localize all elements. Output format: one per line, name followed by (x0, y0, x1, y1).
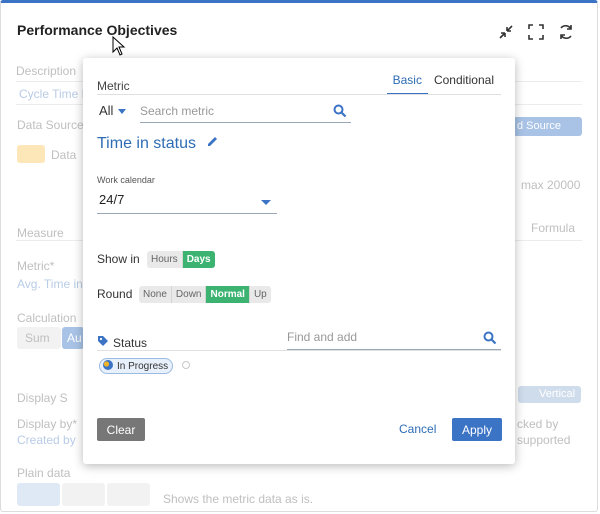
status-chip-text: In Progress (117, 360, 169, 372)
add-source-label: d Source (517, 120, 562, 132)
cked-by-text: cked by (517, 417, 559, 431)
search-placeholder: Search metric (140, 104, 215, 118)
round-toggle: None Down Normal Up (139, 286, 271, 303)
max-text: max 20000 (521, 178, 581, 192)
data-label: Data (51, 148, 77, 162)
tag-icon (97, 335, 109, 350)
description-label: Description (16, 64, 77, 78)
round-normal[interactable]: Normal (206, 286, 250, 303)
chart-type-option[interactable] (107, 483, 150, 506)
tabs-divider (97, 94, 501, 95)
filter-select[interactable]: All (99, 103, 127, 118)
tab-conditional[interactable]: Conditional (428, 73, 500, 95)
chevron-down-icon (261, 200, 271, 205)
status-chip[interactable]: In Progress (99, 358, 174, 374)
header-toolbar (497, 23, 575, 41)
display-by-label: Display by* (17, 417, 78, 431)
chevron-down-icon (118, 109, 127, 115)
metric-value-bg[interactable]: Avg. Time in (17, 277, 83, 291)
round-down[interactable]: Down (172, 286, 207, 303)
clear-button[interactable]: Clear (97, 418, 145, 441)
metric-label: Metric (97, 79, 130, 93)
cancel-button[interactable]: Cancel (399, 422, 436, 436)
metric-popup: Metric Basic Conditional All Search metr… (83, 58, 515, 464)
status-label-text: Status (113, 335, 148, 350)
formula-tab[interactable]: Formula (531, 221, 575, 235)
measure-label: Measure (17, 226, 64, 240)
vertical-label: Vertical (539, 388, 576, 400)
plain-data-label: Plain data (17, 466, 71, 480)
metric-title-text: Time in status (97, 135, 196, 152)
work-calendar-label: Work calendar (97, 175, 155, 185)
status-divider (97, 350, 501, 351)
round-up[interactable]: Up (250, 286, 271, 303)
work-calendar-select[interactable]: 24/7 (97, 192, 277, 214)
chart-type-option[interactable] (17, 483, 60, 506)
expand-icon[interactable] (527, 23, 545, 41)
metric-label-bg: Metric* (17, 259, 55, 273)
data-source-label: Data Source (17, 118, 84, 132)
collapse-icon[interactable] (497, 23, 515, 41)
round-none[interactable]: None (139, 286, 172, 303)
find-placeholder: Find and add (287, 330, 358, 344)
display-label: Display S (17, 391, 68, 405)
mode-tabs: Basic Conditional (386, 73, 500, 95)
round-label: Round (97, 287, 133, 301)
show-in-toggle: Hours Days (147, 251, 215, 268)
refresh-icon[interactable] (557, 23, 575, 41)
chart-type-option[interactable] (62, 483, 105, 506)
show-in-label: Show in (97, 252, 140, 266)
data-source-badge (17, 145, 45, 163)
metric-title: Time in status (97, 135, 219, 153)
find-and-add-input[interactable]: Find and add (287, 328, 501, 350)
panel-title: Performance Objectives (17, 22, 178, 38)
show-in-hours[interactable]: Hours (147, 251, 183, 268)
search-icon[interactable] (483, 331, 497, 348)
search-input[interactable]: Search metric (140, 101, 351, 123)
apply-button[interactable]: Apply (452, 418, 502, 441)
in-progress-status-icon (102, 359, 114, 374)
search-icon[interactable] (333, 104, 347, 121)
description-value[interactable]: Cycle Time K (19, 87, 90, 101)
show-in-days[interactable]: Days (182, 251, 215, 268)
remove-chip-icon[interactable] (182, 361, 190, 369)
pencil-icon[interactable] (206, 135, 219, 152)
tab-basic[interactable]: Basic (386, 73, 428, 95)
status-label: Status (97, 335, 147, 350)
supported-text: supported (517, 433, 571, 447)
calculation-label: Calculation (17, 311, 77, 325)
work-calendar-value: 24/7 (99, 192, 125, 207)
shows-text: Shows the metric data as is. (163, 492, 314, 506)
sum-label: Sum (25, 331, 50, 345)
created-by-value[interactable]: Created by (17, 433, 76, 447)
au-label: Au (67, 331, 82, 345)
filter-value: All (99, 103, 114, 118)
